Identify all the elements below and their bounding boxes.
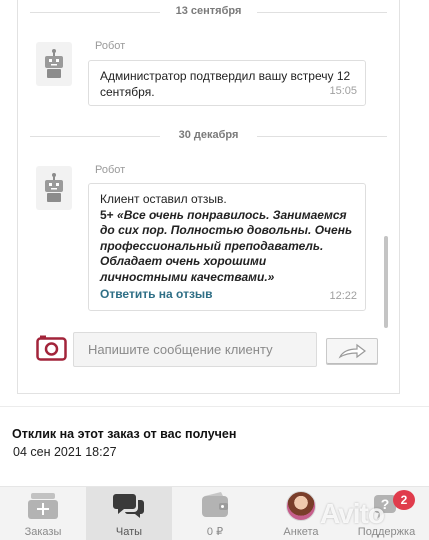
message-time: 12:22 [329, 289, 357, 302]
date-separator: 30 декабря [18, 129, 399, 143]
date-separator-label: 13 сентября [175, 5, 242, 17]
message-bubble: Клиент оставил отзыв. 5+ «Все очень понр… [88, 183, 366, 311]
divider [0, 406, 429, 407]
wallet-icon [202, 492, 228, 517]
bottom-navigation: Заказы Чаты 0 ₽ Анкета ? Поддержка [0, 486, 429, 540]
chat-icon [113, 494, 144, 518]
send-arrow-icon [338, 343, 366, 359]
message-bubble: Администратор подтвердил вашу встречу 12… [88, 60, 366, 106]
order-response-info: Отклик на этот заказ от вас получен 04 с… [12, 427, 236, 459]
nav-item-orders[interactable]: Заказы [0, 487, 86, 540]
profile-avatar [286, 491, 316, 521]
message-text: Администратор подтвердил вашу встречу 12… [100, 69, 351, 99]
nav-label: Заказы [24, 526, 62, 538]
order-response-date: 04 сен 2021 18:27 [13, 445, 117, 459]
robot-avatar [36, 42, 72, 86]
message-text: Клиент оставил отзыв. [100, 192, 227, 206]
message-sender: Робот [95, 40, 126, 52]
send-button[interactable] [326, 338, 378, 365]
message-input[interactable] [73, 332, 317, 367]
robot-avatar [36, 166, 72, 210]
nav-label: Анкета [283, 526, 319, 538]
nav-item-chats[interactable]: Чаты [86, 487, 172, 540]
robot-icon [45, 49, 63, 78]
date-separator: 13 сентября [18, 5, 399, 19]
nav-item-wallet[interactable]: 0 ₽ [172, 487, 258, 540]
message-sender: Робот [95, 164, 126, 176]
nav-label: Чаты [115, 526, 143, 538]
nav-label: 0 ₽ [206, 526, 224, 538]
orders-icon [28, 493, 58, 519]
review-text: «Все очень понравилось. Занимаемся до си… [100, 207, 353, 284]
order-response-title: Отклик на этот заказ от вас получен [12, 427, 237, 441]
robot-icon [45, 173, 63, 202]
nav-item-profile[interactable]: Анкета [258, 487, 344, 540]
reply-to-review-link[interactable]: Ответить на отзыв [100, 287, 213, 303]
date-separator-label: 30 декабря [178, 129, 239, 141]
nav-item-support[interactable]: ? Поддержка [344, 487, 429, 540]
support-notification-badge: 2 [393, 490, 415, 510]
review-rating: 5+ [100, 207, 114, 222]
svg-text:?: ? [380, 496, 389, 512]
camera-button[interactable] [36, 335, 67, 361]
nav-label: Поддержка [357, 526, 416, 538]
camera-icon [36, 335, 67, 361]
chat-scrollbar[interactable] [384, 236, 388, 328]
message-time: 15:05 [329, 84, 357, 97]
